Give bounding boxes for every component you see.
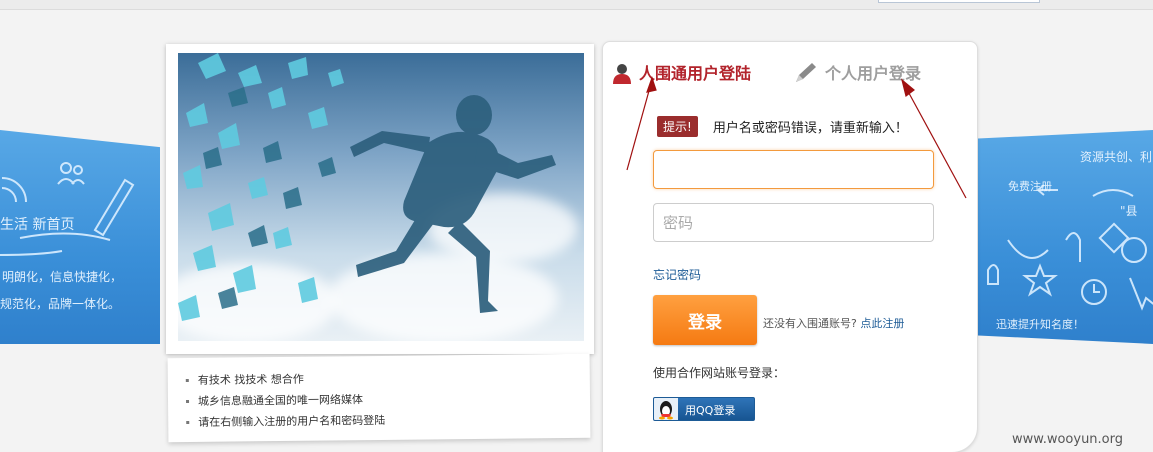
notice-message: 用户名或密码错误，请重新输入！: [712, 121, 908, 136]
caption-item: 请在右侧输入注册的用户名和密码登陆: [186, 408, 590, 433]
register-prompt-text: 还没有入围通账号?: [763, 317, 857, 330]
user-avatar-icon: [611, 62, 633, 88]
login-panel: 人围通用户登陆 个人用户登录 提示! 用户名或密码错误，请重新输入！ 忘记密码 …: [602, 41, 978, 452]
right-banner-line3: "县: [1120, 204, 1138, 218]
login-button[interactable]: 登录: [653, 295, 757, 345]
qq-penguin-icon: [654, 398, 678, 420]
shattered-runner-illustration: [178, 53, 556, 321]
notice-badge: 提示!: [657, 116, 698, 137]
left-banner: 生活 新首页 明朗化，信息快捷化， 规范化，品牌一体化。: [0, 130, 160, 344]
pencil-icon: [793, 62, 819, 88]
left-banner-line3: 规范化，品牌一体化。: [0, 297, 121, 311]
qq-login-button[interactable]: 用QQ登录: [653, 397, 755, 421]
right-banner: 资源共创、利 免费注册 "县 迅速提升知名度！: [978, 130, 1153, 344]
right-banner-line2: 免费注册: [1008, 180, 1052, 193]
password-input[interactable]: [653, 203, 934, 242]
error-notice: 提示! 用户名或密码错误，请重新输入！: [657, 116, 908, 137]
register-prompt: 还没有入围通账号? 点此注册: [763, 315, 904, 331]
watermark: www.wooyun.org: [1012, 432, 1124, 447]
tab-renweitong-login[interactable]: 人围通用户登陆: [611, 60, 751, 88]
forgot-password-link[interactable]: 忘记密码: [653, 266, 701, 283]
tab-personal-label: 个人用户登录: [825, 64, 922, 83]
left-banner-line2: 明朗化，信息快捷化，: [2, 270, 123, 284]
register-link[interactable]: 点此注册: [860, 317, 904, 330]
tab-renweitong-label: 人围通用户登陆: [639, 64, 752, 83]
partner-login-label: 使用合作网站账号登录：: [653, 366, 786, 380]
username-input[interactable]: [653, 150, 934, 189]
left-banner-line1: 生活 新首页: [0, 217, 75, 233]
hero-photo-card: [166, 44, 594, 354]
right-banner-line1: 资源共创、利: [1080, 150, 1153, 164]
qq-login-label: 用QQ登录: [685, 404, 736, 417]
top-search-box[interactable]: [878, 0, 1040, 3]
feature-caption-list: 有技术 找技术 想合作 城乡信息融通全国的唯一网络媒体 请在右侧输入注册的用户名…: [167, 353, 591, 443]
hero-image-running-man: [178, 53, 584, 341]
tab-personal-login[interactable]: 个人用户登录: [793, 60, 921, 88]
top-bar: [0, 0, 1153, 10]
right-banner-line4: 迅速提升知名度！: [996, 318, 1084, 331]
